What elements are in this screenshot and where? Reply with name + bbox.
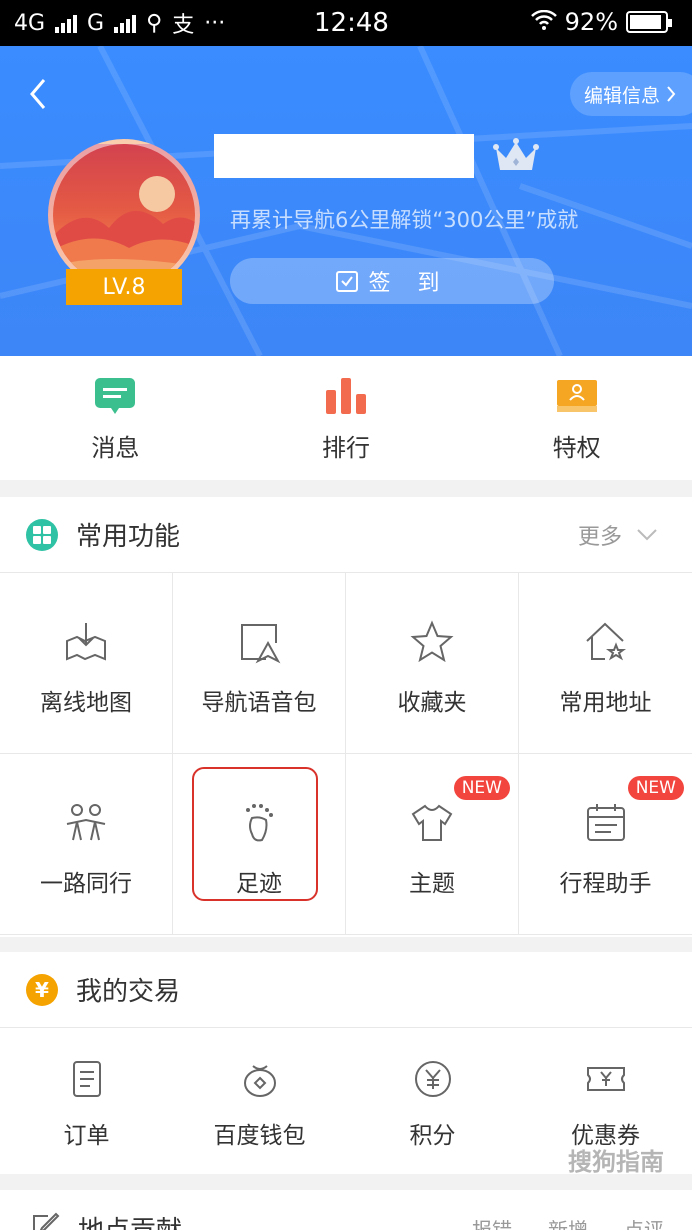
new-badge: NEW <box>453 776 510 800</box>
common-functions-title: 常用功能 <box>76 522 181 552</box>
points-icon <box>414 1061 451 1097</box>
my-trades-section: ¥ 我的交易 订单 百度钱包 积分 优惠券 <box>0 952 692 1174</box>
add-place-link[interactable]: 新增 <box>548 1214 588 1230</box>
trip-calendar-icon <box>586 804 625 841</box>
sogou-watermark: 搜狗指南 <box>568 1148 664 1176</box>
profile-header: 编辑信息 LV.8 再累计导航6公里解锁“300公里”成就 签 到 <box>0 46 692 356</box>
battery-icon <box>626 11 672 33</box>
order-icon <box>72 1061 101 1097</box>
username-redacted <box>214 134 474 178</box>
quick-actions: 消息 排行 特权 <box>0 356 692 480</box>
achievement-hint: 再累计导航6公里解锁“300公里”成就 <box>230 208 579 232</box>
voice-pack-icon <box>241 624 281 664</box>
order-item[interactable]: 订单 <box>0 1028 173 1174</box>
signin-label: 签 到 <box>368 271 450 296</box>
voice-pack-label: 导航语音包 <box>201 690 317 716</box>
battery-percent: 92% <box>564 8 618 36</box>
quick-privilege[interactable]: 特权 <box>461 356 692 480</box>
edit-pen-icon <box>33 1212 60 1230</box>
quick-message[interactable]: 消息 <box>0 356 231 480</box>
trip-assistant-label: 行程助手 <box>559 871 652 897</box>
network-label-2: G <box>87 10 105 36</box>
favorites-label: 收藏夹 <box>397 690 467 716</box>
sunset-avatar-image <box>53 176 195 286</box>
signal-icon-2 <box>114 13 137 33</box>
message-icon <box>95 378 136 414</box>
quick-ranking[interactable]: 排行 <box>231 356 462 480</box>
more-button[interactable]: 更多 <box>578 519 658 551</box>
wallet-icon <box>243 1065 276 1097</box>
my-trades-header: ¥ 我的交易 <box>0 952 692 1028</box>
chevron-left-icon <box>30 79 46 109</box>
favorites-item[interactable]: 收藏夹 <box>346 573 519 754</box>
signal-icon <box>55 13 78 33</box>
common-functions-header: 常用功能 更多 <box>0 497 692 573</box>
more-notifications-icon: ··· <box>204 10 226 36</box>
crown-icon <box>493 138 539 170</box>
clock: 12:48 <box>314 8 389 38</box>
companions-icon <box>66 804 106 841</box>
wallet-item[interactable]: 百度钱包 <box>173 1028 346 1174</box>
common-address-icon <box>585 622 626 661</box>
quick-privilege-label: 特权 <box>552 434 601 462</box>
privilege-icon <box>556 380 597 412</box>
my-trades-title: 我的交易 <box>76 977 181 1007</box>
alipay-icon: 支 <box>172 13 195 38</box>
report-error-link[interactable]: 报错 <box>472 1214 512 1230</box>
chevron-down-icon <box>637 529 657 541</box>
quick-ranking-label: 排行 <box>322 434 370 462</box>
common-functions-section: 常用功能 更多 离线地图 导航语音包 收藏夹 常用地址 一路同行 足迹 NEW … <box>0 497 692 937</box>
ranking-icon <box>326 378 366 414</box>
network-label: 4G <box>14 10 46 36</box>
status-bar: 4G G ⚲ 支 ··· 12:48 92% <box>0 0 692 46</box>
footprint-highlight-box <box>192 767 318 901</box>
coupon-icon <box>586 1067 625 1091</box>
offline-map-label: 离线地图 <box>40 690 132 716</box>
grid-icon <box>26 518 58 551</box>
wifi-icon <box>530 8 557 36</box>
checkbox-icon <box>335 271 358 292</box>
quick-message-label: 消息 <box>91 434 140 462</box>
common-address-label: 常用地址 <box>559 690 652 716</box>
yuan-icon: ¥ <box>26 973 58 1006</box>
signin-button[interactable]: 签 到 <box>230 258 554 304</box>
new-badge: NEW <box>627 776 684 800</box>
contribution-links: 报错 新增 点评 <box>472 1214 664 1230</box>
edit-info-label: 编辑信息 <box>583 84 660 107</box>
review-link[interactable]: 点评 <box>624 1214 664 1230</box>
wallet-label: 百度钱包 <box>213 1123 306 1149</box>
back-button[interactable] <box>24 74 54 114</box>
more-label: 更多 <box>577 525 622 550</box>
theme-shirt-icon <box>411 804 453 841</box>
chevron-right-icon <box>667 86 676 102</box>
companions-item[interactable]: 一路同行 <box>0 754 173 935</box>
trip-assistant-item[interactable]: NEW 行程助手 <box>519 754 692 935</box>
order-label: 订单 <box>63 1123 110 1149</box>
theme-item[interactable]: NEW 主题 <box>346 754 519 935</box>
usb-icon: ⚲ <box>146 10 163 36</box>
place-contribution-title: 地点贡献 <box>78 1210 182 1230</box>
favorites-star-icon <box>410 620 454 663</box>
common-address-item[interactable]: 常用地址 <box>519 573 692 754</box>
offline-map-item[interactable]: 离线地图 <box>0 573 173 754</box>
common-functions-grid: 离线地图 导航语音包 收藏夹 常用地址 一路同行 足迹 NEW 主题 NEW 行… <box>0 573 692 935</box>
points-label: 积分 <box>409 1123 456 1149</box>
points-item[interactable]: 积分 <box>346 1028 519 1174</box>
voice-pack-item[interactable]: 导航语音包 <box>173 573 346 754</box>
place-contribution-section[interactable]: 地点贡献 报错 新增 点评 <box>0 1190 692 1230</box>
companions-label: 一路同行 <box>40 871 132 897</box>
edit-info-button[interactable]: 编辑信息 <box>569 72 692 116</box>
theme-label: 主题 <box>409 871 455 897</box>
offline-map-icon <box>66 623 106 661</box>
level-badge: LV.8 <box>66 269 182 305</box>
